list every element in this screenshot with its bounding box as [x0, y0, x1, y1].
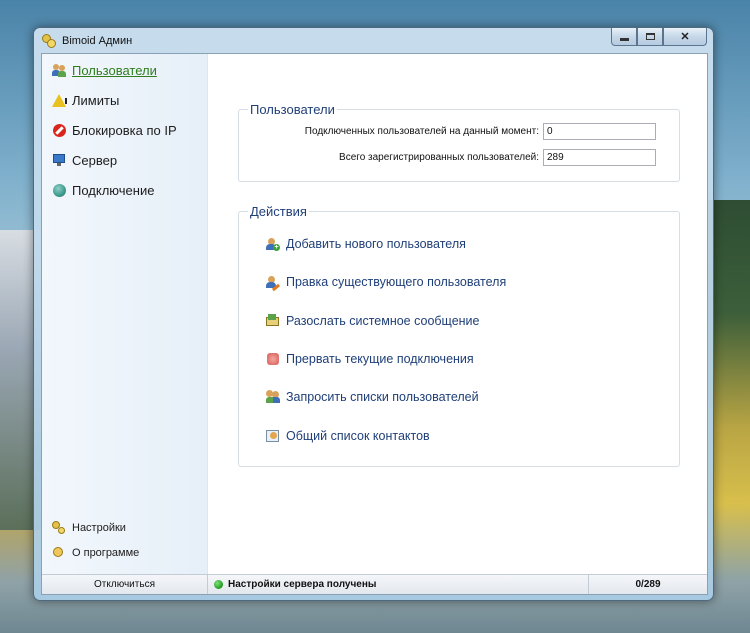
- keys-icon: [52, 521, 66, 535]
- edit-user-link[interactable]: Правка существующего пользователя: [266, 273, 507, 292]
- sidebar-item-label: Подключение: [72, 182, 155, 198]
- broadcast-message-label: Разослать системное сообщение: [286, 314, 480, 328]
- drop-connections-label: Прервать текущие подключения: [286, 352, 474, 366]
- users-groupbox: Пользователи Подключенных пользователей …: [238, 102, 680, 182]
- status-indicator-icon: [214, 580, 223, 589]
- disconnect-icon: [266, 352, 280, 366]
- drop-connections-link[interactable]: Прервать текущие подключения: [266, 350, 474, 368]
- broadcast-message-icon: [266, 314, 280, 328]
- sidebar-item-users[interactable]: Пользователи: [52, 60, 157, 80]
- common-contacts-link[interactable]: Общий список контактов: [266, 427, 430, 445]
- user-counter: 0/289: [635, 579, 661, 590]
- total-users-field[interactable]: [543, 149, 656, 166]
- status-text: Настройки сервера получены: [228, 579, 377, 590]
- sidebar-item-label: Сервер: [72, 152, 118, 168]
- actions-groupbox: Действия + Добавить нового пользователя …: [238, 204, 680, 467]
- settings-link[interactable]: Настройки: [52, 519, 126, 537]
- sidebar-item-connection[interactable]: Подключение: [52, 180, 154, 200]
- title-bar[interactable]: Bimoid Админ ✕: [34, 28, 713, 53]
- sidebar-item-label: Блокировка по IP: [72, 122, 177, 138]
- app-window: Bimoid Админ ✕ Пользователи Лимиты Блоки…: [33, 27, 714, 601]
- about-link[interactable]: О программе: [52, 544, 139, 562]
- sidebar: Пользователи Лимиты Блокировка по IP Сер…: [42, 54, 208, 575]
- request-user-lists-label: Запросить списки пользователей: [286, 390, 479, 404]
- minimize-icon: [619, 37, 629, 41]
- contact-card-icon: [266, 429, 280, 443]
- disconnect-button[interactable]: Отключиться: [42, 575, 208, 594]
- online-users-row: Подключенных пользователей на данный мом…: [239, 123, 656, 140]
- users-icon: [52, 63, 66, 77]
- total-users-row: Всего зарегистрированных пользователей:: [239, 149, 656, 166]
- app-keys-icon: [42, 33, 56, 48]
- settings-label: Настройки: [72, 522, 126, 534]
- sidebar-item-label: Пользователи: [72, 62, 157, 78]
- maximize-button[interactable]: [637, 28, 663, 46]
- users-group-title: Пользователи: [248, 102, 337, 117]
- sidebar-item-label: Лимиты: [72, 92, 120, 108]
- window-controls: ✕: [611, 28, 707, 46]
- online-users-field[interactable]: [543, 123, 656, 140]
- add-user-label: Добавить нового пользователя: [286, 237, 466, 251]
- sidebar-item-ip-block[interactable]: Блокировка по IP: [52, 120, 177, 140]
- user-lists-icon: [266, 390, 280, 404]
- add-user-link[interactable]: + Добавить нового пользователя: [266, 235, 466, 253]
- maximize-icon: [645, 33, 655, 40]
- sidebar-item-server[interactable]: Сервер: [52, 150, 117, 170]
- about-label: О программе: [72, 547, 140, 559]
- actions-group-title: Действия: [248, 204, 309, 219]
- minimize-button[interactable]: [611, 28, 637, 46]
- close-icon: ✕: [680, 31, 690, 43]
- request-user-lists-link[interactable]: Запросить списки пользователей: [266, 388, 479, 406]
- broadcast-message-link[interactable]: Разослать системное сообщение: [266, 312, 480, 330]
- sidebar-item-limits[interactable]: Лимиты: [52, 90, 119, 110]
- edit-user-label: Правка существующего пользователя: [286, 275, 507, 289]
- online-users-label: Подключенных пользователей на данный мом…: [304, 126, 539, 137]
- edit-user-icon: [266, 275, 281, 292]
- status-panel: Настройки сервера получены: [208, 575, 589, 594]
- add-user-icon: +: [266, 237, 280, 251]
- block-icon: [52, 123, 66, 137]
- close-button[interactable]: ✕: [663, 28, 707, 46]
- common-contacts-label: Общий список контактов: [286, 429, 430, 443]
- globe-icon: [52, 183, 66, 197]
- status-bar: Отключиться Настройки сервера получены 0…: [42, 574, 707, 594]
- window-title: Bimoid Админ: [62, 34, 133, 47]
- info-face-icon: [52, 546, 66, 560]
- main-panel: Пользователи Подключенных пользователей …: [209, 54, 707, 575]
- total-users-label: Всего зарегистрированных пользователей:: [339, 152, 539, 163]
- client-area: Пользователи Лимиты Блокировка по IP Сер…: [41, 53, 708, 595]
- monitor-icon: [52, 153, 66, 167]
- warning-icon: [52, 93, 67, 107]
